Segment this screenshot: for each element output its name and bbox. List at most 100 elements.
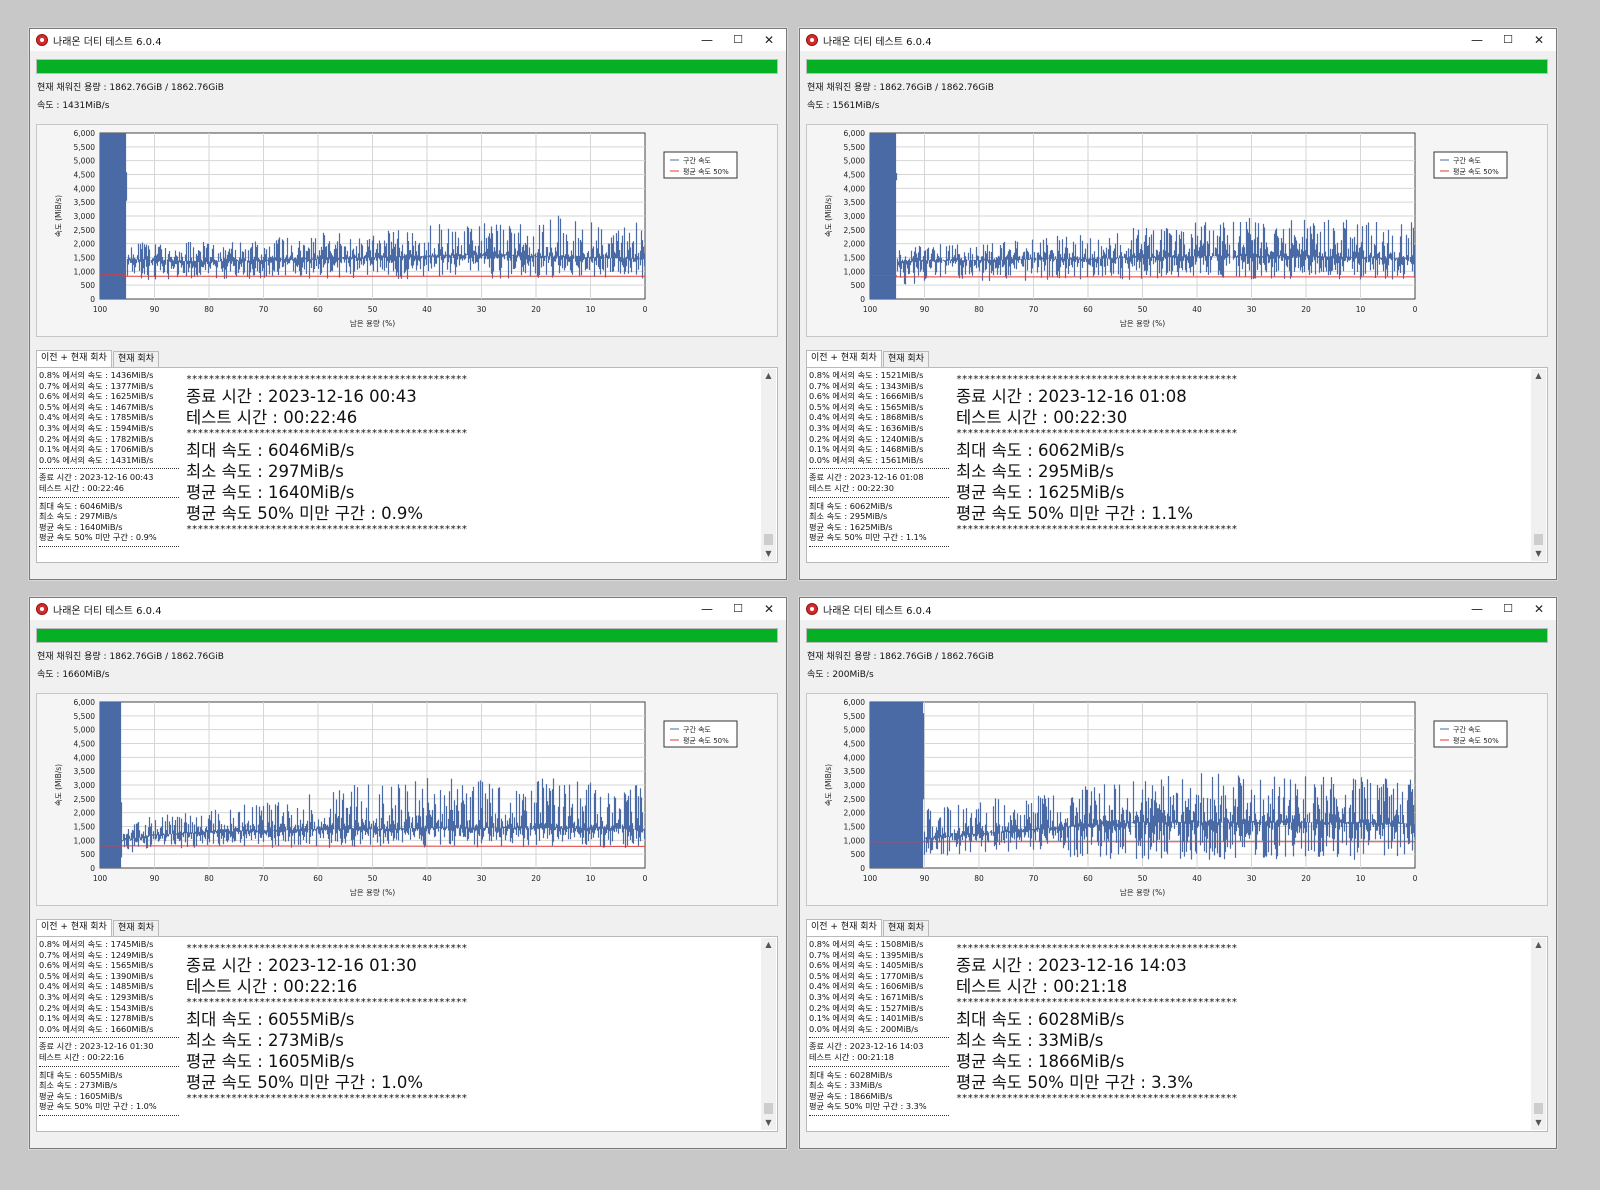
- y-tick-label: 3,500: [74, 767, 96, 776]
- log-speed-row: 0.0% 에서의 속도 : 200MiB/s: [809, 1023, 919, 1034]
- result-summary: ****************************************…: [956, 943, 1376, 1105]
- title-bar[interactable]: 나래온 더티 테스트 6.0.4 — ☐ ✕: [30, 598, 786, 620]
- x-axis-label: 남은 용량 (%): [1120, 888, 1165, 897]
- scroll-thumb[interactable]: [764, 534, 773, 545]
- result-summary: ****************************************…: [186, 374, 606, 536]
- y-tick-label: 1,500: [74, 254, 96, 263]
- scroll-down-icon[interactable]: ▼: [1531, 1116, 1546, 1130]
- log-speed-row: 0.7% 에서의 속도 : 1377MiB/s: [39, 380, 154, 391]
- y-tick-label: 4,500: [844, 740, 866, 749]
- close-button[interactable]: ✕: [754, 599, 784, 619]
- star-divider: ****************************************…: [956, 943, 1238, 954]
- window-title: 나래온 더티 테스트 6.0.4: [823, 37, 932, 48]
- y-tick-label: 5,000: [74, 726, 96, 735]
- star-divider: ****************************************…: [956, 428, 1238, 439]
- title-bar[interactable]: 나래온 더티 테스트 6.0.4 — ☐ ✕: [800, 598, 1556, 620]
- scroll-down-icon[interactable]: ▼: [1531, 547, 1546, 561]
- fill-progress-bar: [806, 628, 1548, 643]
- progress-fill: [37, 629, 777, 642]
- y-tick-label: 5,500: [844, 143, 866, 152]
- x-tick-label: 80: [204, 305, 214, 314]
- scroll-up-icon[interactable]: ▲: [1531, 369, 1546, 383]
- maximize-button[interactable]: ☐: [723, 30, 753, 50]
- speed-chart-panel: 0 500 1,000 1,500 2,000 2,500 3,000 3,500 4,000 4…: [806, 693, 1548, 906]
- chart-legend: 구간 속도평균 속도 50%: [663, 720, 738, 748]
- log-scrollbar[interactable]: ▲ ▼: [761, 938, 776, 1130]
- scroll-down-icon[interactable]: ▼: [761, 547, 776, 561]
- log-panel: 0.8% 에서의 속도 : 1508MiB/s 0.7% 에서의 속도 : 139…: [806, 936, 1548, 1132]
- result-test-time: 테스트 시간 : 00:22:16: [186, 977, 358, 996]
- x-tick-label: 30: [477, 874, 487, 883]
- y-tick-label: 5,000: [844, 157, 866, 166]
- x-tick-label: 80: [974, 874, 984, 883]
- y-tick-label: 4,000: [74, 184, 96, 193]
- y-tick-label: 0: [90, 295, 95, 304]
- x-tick-label: 50: [1138, 874, 1148, 883]
- close-button[interactable]: ✕: [1524, 599, 1554, 619]
- y-tick-label: 2,500: [844, 795, 866, 804]
- log-speed-row: 0.0% 에서의 속도 : 1660MiB/s: [39, 1023, 154, 1034]
- x-tick-label: 20: [1301, 874, 1311, 883]
- log-scrollbar[interactable]: ▲ ▼: [1531, 369, 1546, 561]
- x-tick-label: 20: [531, 305, 541, 314]
- y-tick-label: 6,000: [844, 129, 866, 138]
- chart-legend: 구간 속도평균 속도 50%: [1433, 151, 1508, 179]
- log-avg-speed: 평균 속도 : 1866MiB/s: [809, 1090, 893, 1101]
- x-tick-label: 60: [313, 305, 323, 314]
- scroll-thumb[interactable]: [764, 1103, 773, 1114]
- log-end-time: 종료 시간 : 2023-12-16 01:30: [39, 1041, 154, 1052]
- y-tick-label: 1,500: [844, 254, 866, 263]
- y-tick-label: 1,500: [844, 823, 866, 832]
- star-divider: ****************************************…: [186, 524, 468, 535]
- title-bar[interactable]: 나래온 더티 테스트 6.0.4 — ☐ ✕: [800, 29, 1556, 51]
- tab-current-round[interactable]: 현재 회차: [883, 351, 929, 368]
- minimize-button[interactable]: —: [692, 599, 722, 619]
- close-button[interactable]: ✕: [754, 30, 784, 50]
- maximize-button[interactable]: ☐: [1493, 599, 1523, 619]
- title-bar[interactable]: 나래온 더티 테스트 6.0.4 — ☐ ✕: [30, 29, 786, 51]
- tab-current-round[interactable]: 현재 회차: [113, 920, 159, 937]
- maximize-button[interactable]: ☐: [723, 599, 753, 619]
- y-tick-label: 2,500: [844, 226, 866, 235]
- scroll-thumb[interactable]: [1534, 1103, 1543, 1114]
- maximize-button[interactable]: ☐: [1493, 30, 1523, 50]
- fill-progress-bar: [36, 59, 778, 74]
- tester-window: 나래온 더티 테스트 6.0.4 — ☐ ✕ 현재 채워진 용량 : 1862.…: [29, 28, 787, 580]
- log-speed-row: 0.8% 에서의 속도 : 1508MiB/s: [809, 939, 924, 949]
- x-axis-label: 남은 용량 (%): [1120, 319, 1165, 328]
- x-tick-label: 30: [1247, 305, 1257, 314]
- minimize-button[interactable]: —: [692, 30, 722, 50]
- tester-window: 나래온 더티 테스트 6.0.4 — ☐ ✕ 현재 채워진 용량 : 1862.…: [29, 597, 787, 1149]
- legend-label: 구간 속도: [1453, 725, 1482, 734]
- scroll-up-icon[interactable]: ▲: [761, 369, 776, 383]
- dotted-divider: [809, 494, 949, 498]
- minimize-button[interactable]: —: [1462, 599, 1492, 619]
- log-speed-row: 0.3% 에서의 속도 : 1594MiB/s: [39, 422, 154, 433]
- scroll-up-icon[interactable]: ▲: [1531, 938, 1546, 952]
- scroll-thumb[interactable]: [1534, 534, 1543, 545]
- result-max-speed: 최대 속도 : 6028MiB/s: [956, 1010, 1125, 1029]
- y-tick-label: 5,000: [844, 726, 866, 735]
- log-scrollbar[interactable]: ▲ ▼: [761, 369, 776, 561]
- x-tick-label: 40: [1192, 305, 1202, 314]
- x-tick-label: 50: [1138, 305, 1148, 314]
- log-speed-row: 0.1% 에서의 속도 : 1468MiB/s: [809, 444, 924, 455]
- x-tick-label: 0: [1413, 305, 1418, 314]
- log-speed-row: 0.2% 에서의 속도 : 1543MiB/s: [39, 1002, 154, 1013]
- minimize-button[interactable]: —: [1462, 30, 1492, 50]
- dotted-divider: [809, 1112, 949, 1116]
- result-test-time: 테스트 시간 : 00:22:46: [186, 408, 358, 427]
- log-scrollbar[interactable]: ▲ ▼: [1531, 938, 1546, 1130]
- tab-current-round[interactable]: 현재 회차: [883, 920, 929, 937]
- dotted-divider: [809, 543, 949, 547]
- scroll-up-icon[interactable]: ▲: [761, 938, 776, 952]
- legend-label: 구간 속도: [1453, 156, 1482, 165]
- log-end-time: 종료 시간 : 2023-12-16 14:03: [809, 1041, 924, 1052]
- legend-label: 평균 속도 50%: [683, 167, 729, 176]
- close-button[interactable]: ✕: [1524, 30, 1554, 50]
- log-speed-row: 0.3% 에서의 속도 : 1293MiB/s: [39, 991, 154, 1002]
- result-min-speed: 최소 속도 : 273MiB/s: [186, 1031, 344, 1050]
- scroll-down-icon[interactable]: ▼: [761, 1116, 776, 1130]
- tab-current-round[interactable]: 현재 회차: [113, 351, 159, 368]
- dotted-divider: [809, 465, 949, 470]
